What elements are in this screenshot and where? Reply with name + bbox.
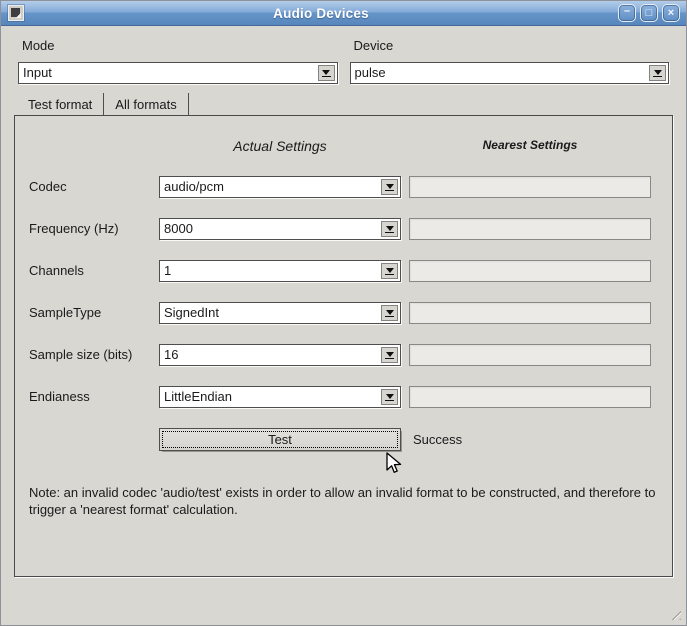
endianess-label: Endianess bbox=[29, 386, 151, 408]
actual-settings-header: Actual Settings bbox=[159, 138, 401, 156]
test-button[interactable]: Test bbox=[159, 428, 401, 451]
mode-combobox-value: Input bbox=[23, 63, 52, 83]
settings-form: Actual Settings Nearest Settings Codec a… bbox=[29, 138, 672, 451]
test-format-pane: Actual Settings Nearest Settings Codec a… bbox=[14, 115, 673, 577]
channels-combobox-value: 1 bbox=[164, 261, 171, 281]
minimize-button[interactable]: – bbox=[618, 4, 636, 22]
frequency-nearest-field bbox=[409, 218, 651, 240]
resize-grip[interactable] bbox=[668, 607, 681, 620]
tab-test-format[interactable]: Test format bbox=[17, 93, 104, 115]
dropdown-arrow-icon bbox=[381, 221, 398, 237]
maximize-button[interactable]: □ bbox=[640, 4, 658, 22]
codec-nearest-field bbox=[409, 176, 651, 198]
dropdown-arrow-icon bbox=[649, 65, 666, 81]
device-combobox[interactable]: pulse bbox=[350, 62, 670, 84]
note-text: Note: an invalid codec 'audio/test' exis… bbox=[29, 484, 657, 518]
channels-combobox[interactable]: 1 bbox=[159, 260, 401, 282]
dropdown-arrow-icon bbox=[318, 65, 335, 81]
sample-size-nearest-field bbox=[409, 344, 651, 366]
sampletype-combobox-value: SignedInt bbox=[164, 303, 219, 323]
mode-device-row: Mode Input Device pulse bbox=[11, 38, 676, 84]
channels-nearest-field bbox=[409, 260, 651, 282]
frequency-combobox-value: 8000 bbox=[164, 219, 193, 239]
codec-label: Codec bbox=[29, 176, 151, 198]
codec-combobox-value: audio/pcm bbox=[164, 177, 224, 197]
mode-label: Mode bbox=[22, 38, 338, 53]
audio-devices-window: Audio Devices – □ × Mode Input Device pu… bbox=[0, 0, 687, 626]
sample-size-combobox[interactable]: 16 bbox=[159, 344, 401, 366]
titlebar: Audio Devices – □ × bbox=[1, 1, 686, 26]
endianess-nearest-field bbox=[409, 386, 651, 408]
tab-all-formats[interactable]: All formats bbox=[104, 93, 188, 115]
endianess-combobox-value: LittleEndian bbox=[164, 387, 232, 407]
dropdown-arrow-icon bbox=[381, 389, 398, 405]
frequency-combobox[interactable]: 8000 bbox=[159, 218, 401, 240]
sample-size-label: Sample size (bits) bbox=[29, 344, 151, 366]
dropdown-arrow-icon bbox=[381, 263, 398, 279]
frequency-label: Frequency (Hz) bbox=[29, 218, 151, 240]
sampletype-label: SampleType bbox=[29, 302, 151, 324]
tab-bar: Test format All formats bbox=[17, 93, 673, 115]
close-button[interactable]: × bbox=[662, 4, 680, 22]
device-combobox-value: pulse bbox=[355, 63, 386, 83]
window-controls: – □ × bbox=[618, 4, 680, 22]
device-label: Device bbox=[354, 38, 670, 53]
device-field-group: Device pulse bbox=[350, 38, 670, 84]
dropdown-arrow-icon bbox=[381, 179, 398, 195]
dropdown-arrow-icon bbox=[381, 347, 398, 363]
mode-combobox[interactable]: Input bbox=[18, 62, 338, 84]
window-title: Audio Devices bbox=[24, 6, 618, 21]
codec-combobox[interactable]: audio/pcm bbox=[159, 176, 401, 198]
test-status-label: Success bbox=[409, 432, 651, 447]
mode-field-group: Mode Input bbox=[18, 38, 338, 84]
nearest-settings-header: Nearest Settings bbox=[409, 138, 651, 156]
dropdown-arrow-icon bbox=[381, 305, 398, 321]
channels-label: Channels bbox=[29, 260, 151, 282]
window-menu-icon[interactable] bbox=[8, 5, 24, 21]
dialog-content: Mode Input Device pulse Test format All … bbox=[1, 26, 686, 577]
endianess-combobox[interactable]: LittleEndian bbox=[159, 386, 401, 408]
sampletype-combobox[interactable]: SignedInt bbox=[159, 302, 401, 324]
sampletype-nearest-field bbox=[409, 302, 651, 324]
sample-size-combobox-value: 16 bbox=[164, 345, 178, 365]
